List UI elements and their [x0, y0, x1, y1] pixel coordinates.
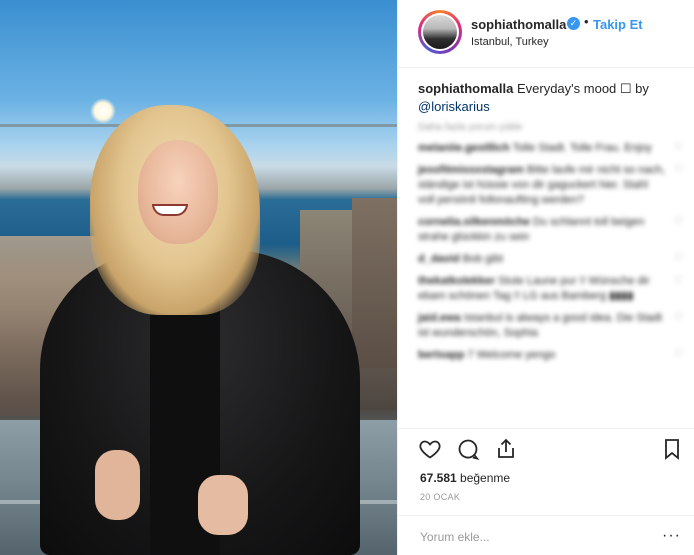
more-options-button[interactable]: ···	[662, 527, 681, 545]
caption-text: Everyday's mood ☐ by	[513, 81, 649, 96]
comment-username[interactable]: thekatkolekker	[418, 275, 495, 287]
post-caption: sophiathomalla Everyday's mood ☐ by @lor…	[418, 80, 678, 116]
likes-label: beğenme	[456, 471, 511, 485]
avatar-image	[423, 15, 457, 49]
comment-like-icon[interactable]: ♡	[674, 143, 684, 153]
left-hand	[95, 450, 140, 520]
comment-list: Daha fazla yorum yükle melaniie.gestllic…	[418, 122, 688, 427]
follow-button[interactable]: Takip Et	[593, 17, 643, 32]
comment-item: jessfitmissxstagram Bitte laufe mir nich…	[418, 163, 688, 208]
comment-like-icon[interactable]: ♡	[674, 350, 684, 360]
comment-box: ···	[398, 515, 694, 555]
comment-username[interactable]: jaid.ewa	[418, 312, 461, 324]
caption-mention[interactable]: @loriskarius	[418, 99, 490, 114]
username-link[interactable]: sophiathomalla	[471, 17, 566, 32]
tower-building	[352, 198, 397, 368]
post-photo[interactable]	[0, 0, 397, 555]
likes-number: 67.581	[420, 471, 457, 485]
comment-username[interactable]: bertsapp	[418, 349, 464, 361]
action-bar	[398, 428, 694, 464]
separator-dot: •	[584, 14, 589, 29]
post-side-panel: sophiathomalla ✓ • Takip Et Istanbul, Tu…	[397, 0, 694, 555]
avatar[interactable]	[418, 10, 462, 54]
smiling-face	[138, 140, 218, 244]
comment-icon[interactable]	[456, 437, 480, 461]
comment-text: 7 Welcome yengo	[467, 349, 556, 361]
verified-badge-icon: ✓	[567, 17, 580, 30]
comment-like-icon[interactable]: ♡	[674, 217, 684, 227]
comment-item: thekatkolekker Stute Laune pur !! Wünsch…	[418, 274, 688, 304]
share-icon[interactable]	[494, 437, 518, 461]
comment-item: cornelia.silkenmöche Du schlannt toll be…	[418, 215, 688, 245]
bookmark-icon[interactable]	[660, 437, 684, 461]
comment-input[interactable]	[420, 529, 640, 545]
heart-icon[interactable]	[418, 437, 442, 461]
post-header: sophiathomalla ✓ • Takip Et Istanbul, Tu…	[398, 0, 694, 68]
comment-text: Bob gibt	[462, 253, 504, 265]
comment-like-icon[interactable]: ♡	[674, 313, 684, 323]
sun-glare	[90, 98, 116, 124]
likes-count[interactable]: 67.581 beğenme	[420, 471, 510, 485]
load-more-comments[interactable]: Daha fazla yorum yükle	[418, 122, 688, 133]
post-date[interactable]: 20 OCAK	[420, 492, 460, 502]
comment-like-icon[interactable]: ♡	[674, 254, 684, 264]
comment-item: d_david Bob gibt ♡	[418, 252, 688, 267]
comment-username[interactable]: d_david	[418, 253, 460, 265]
caption-username[interactable]: sophiathomalla	[418, 81, 513, 96]
comment-item: melaniie.gestllich Tolle Stadt. Tolle Fr…	[418, 141, 688, 156]
avatar-inner	[421, 13, 459, 51]
comment-item: jaid.ewa Istanbul is always a good idea.…	[418, 311, 688, 341]
comment-username[interactable]: cornelia.silkenmöche	[418, 216, 530, 228]
comment-username[interactable]: jessfitmissxstagram	[418, 164, 524, 176]
comment-like-icon[interactable]: ♡	[674, 276, 684, 286]
location-link[interactable]: Istanbul, Turkey	[471, 36, 549, 48]
comment-like-icon[interactable]: ♡	[674, 165, 684, 175]
comment-username[interactable]: melaniie.gestllich	[418, 142, 510, 154]
right-hand	[198, 475, 248, 535]
comment-item: bertsapp 7 Welcome yengo ♡	[418, 348, 688, 363]
comment-text: Tolle Stadt. Tolle Frau. Enjoy	[512, 142, 652, 154]
